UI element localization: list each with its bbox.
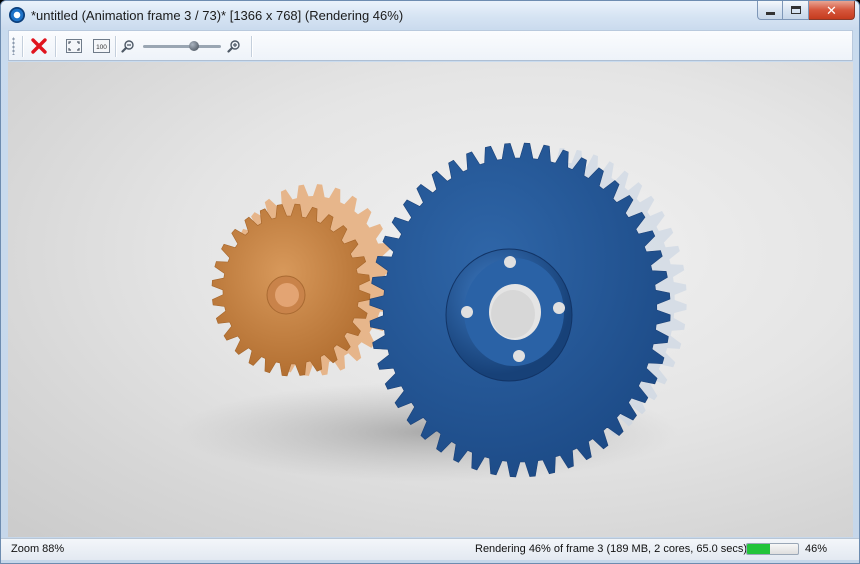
render-progress-bar bbox=[746, 543, 799, 555]
close-button[interactable]: ✕ bbox=[809, 1, 855, 20]
window-title: *untitled (Animation frame 3 / 73)* [136… bbox=[31, 8, 404, 23]
toolbar-grip-icon[interactable] bbox=[12, 37, 15, 55]
toolbar-separator bbox=[251, 36, 252, 57]
zoom-slider-track[interactable] bbox=[143, 45, 221, 48]
render-progress-fill bbox=[747, 544, 771, 554]
render-viewport[interactable] bbox=[8, 62, 853, 537]
actual-size-label: 100 bbox=[96, 44, 107, 51]
render-status: Rendering 46% of frame 3 (189 MB, 2 core… bbox=[475, 543, 748, 555]
minimize-icon bbox=[765, 11, 775, 15]
maximize-button[interactable] bbox=[783, 1, 809, 20]
render-image bbox=[178, 142, 687, 482]
zoom-slider-thumb[interactable] bbox=[189, 41, 199, 51]
minimize-button[interactable] bbox=[757, 1, 783, 20]
status-bar: Zoom 88% Rendering 46% of frame 3 (189 M… bbox=[1, 538, 859, 560]
actual-size-icon[interactable]: 100 bbox=[92, 36, 110, 56]
title-bar[interactable]: *untitled (Animation frame 3 / 73)* [136… bbox=[1, 1, 859, 29]
toolbar-separator bbox=[115, 36, 116, 57]
zoom-level: Zoom 88% bbox=[11, 543, 65, 555]
render-window: *untitled (Animation frame 3 / 73)* [136… bbox=[0, 0, 860, 564]
small-gear bbox=[211, 203, 371, 377]
maximize-icon bbox=[790, 6, 801, 14]
render-percent: 46% bbox=[805, 543, 828, 555]
app-icon[interactable] bbox=[9, 7, 25, 23]
close-icon: ✕ bbox=[826, 2, 837, 18]
toolbar: 100 bbox=[8, 30, 853, 61]
stop-render-icon[interactable] bbox=[29, 36, 49, 56]
caption-buttons: ✕ bbox=[757, 1, 855, 21]
fit-window-icon[interactable] bbox=[65, 36, 83, 56]
toolbar-separator bbox=[55, 36, 56, 57]
zoom-in-icon[interactable] bbox=[227, 36, 241, 56]
toolbar-separator bbox=[22, 36, 23, 57]
zoom-out-icon[interactable] bbox=[121, 36, 135, 56]
